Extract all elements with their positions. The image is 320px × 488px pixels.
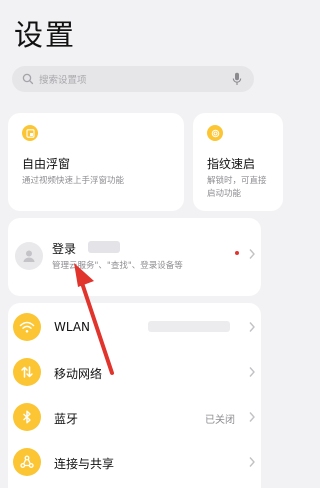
wifi-icon — [13, 313, 41, 341]
chevron-right-icon — [249, 412, 255, 422]
list-item-label: WLAN — [54, 320, 91, 334]
list-item-mobile-network[interactable]: 移动网络 — [8, 352, 261, 392]
search-bar[interactable]: 搜索设置项 — [12, 66, 254, 92]
card-title: 自由浮窗 — [22, 157, 71, 171]
card-fingerprint-launch[interactable]: 指纹速启 解锁时，可直接启动功能 — [193, 113, 283, 211]
page-title: 设置 — [14, 18, 77, 52]
account-title: 登录 — [52, 242, 77, 256]
share-icon — [13, 448, 41, 476]
chevron-right-icon — [249, 457, 255, 467]
list-item-label: 蓝牙 — [54, 412, 79, 426]
chevron-right-icon — [249, 322, 255, 332]
floating-window-icon — [22, 125, 38, 141]
card-description: 解锁时，可直接启动功能 — [207, 176, 267, 199]
list-item-bluetooth[interactable]: 蓝牙 已关闭 — [8, 397, 261, 437]
card-title: 指纹速启 — [207, 157, 256, 171]
account-description: 管理云服务"、"查找"、登录设备等 — [52, 261, 183, 271]
mobile-network-icon — [13, 358, 41, 386]
list-item-label: 移动网络 — [54, 367, 103, 381]
list-item-wlan[interactable]: WLAN — [8, 307, 261, 347]
redacted-account-name — [88, 241, 120, 253]
card-description: 通过视频快速上手浮窗功能 — [22, 176, 125, 186]
card-floating-window[interactable]: 自由浮窗 通过视频快速上手浮窗功能 — [8, 113, 184, 211]
search-placeholder: 搜索设置项 — [39, 75, 87, 86]
chevron-right-icon — [249, 367, 255, 377]
list-item-connection-sharing[interactable]: 连接与共享 — [8, 442, 261, 482]
account-login-row[interactable]: 登录 管理云服务"、"查找"、登录设备等 — [8, 218, 261, 296]
redacted-network-name — [148, 321, 230, 332]
microphone-icon[interactable] — [232, 72, 242, 86]
notification-dot — [235, 251, 239, 255]
settings-list: WLAN 移动网络 蓝牙 已关闭 连接与共享 — [8, 303, 261, 488]
list-item-label: 连接与共享 — [54, 457, 115, 471]
fingerprint-icon — [207, 125, 223, 141]
avatar-icon — [15, 242, 43, 270]
bluetooth-status: 已关闭 — [205, 415, 235, 426]
search-icon — [22, 73, 34, 85]
bluetooth-icon — [13, 403, 41, 431]
chevron-right-icon — [249, 249, 255, 259]
